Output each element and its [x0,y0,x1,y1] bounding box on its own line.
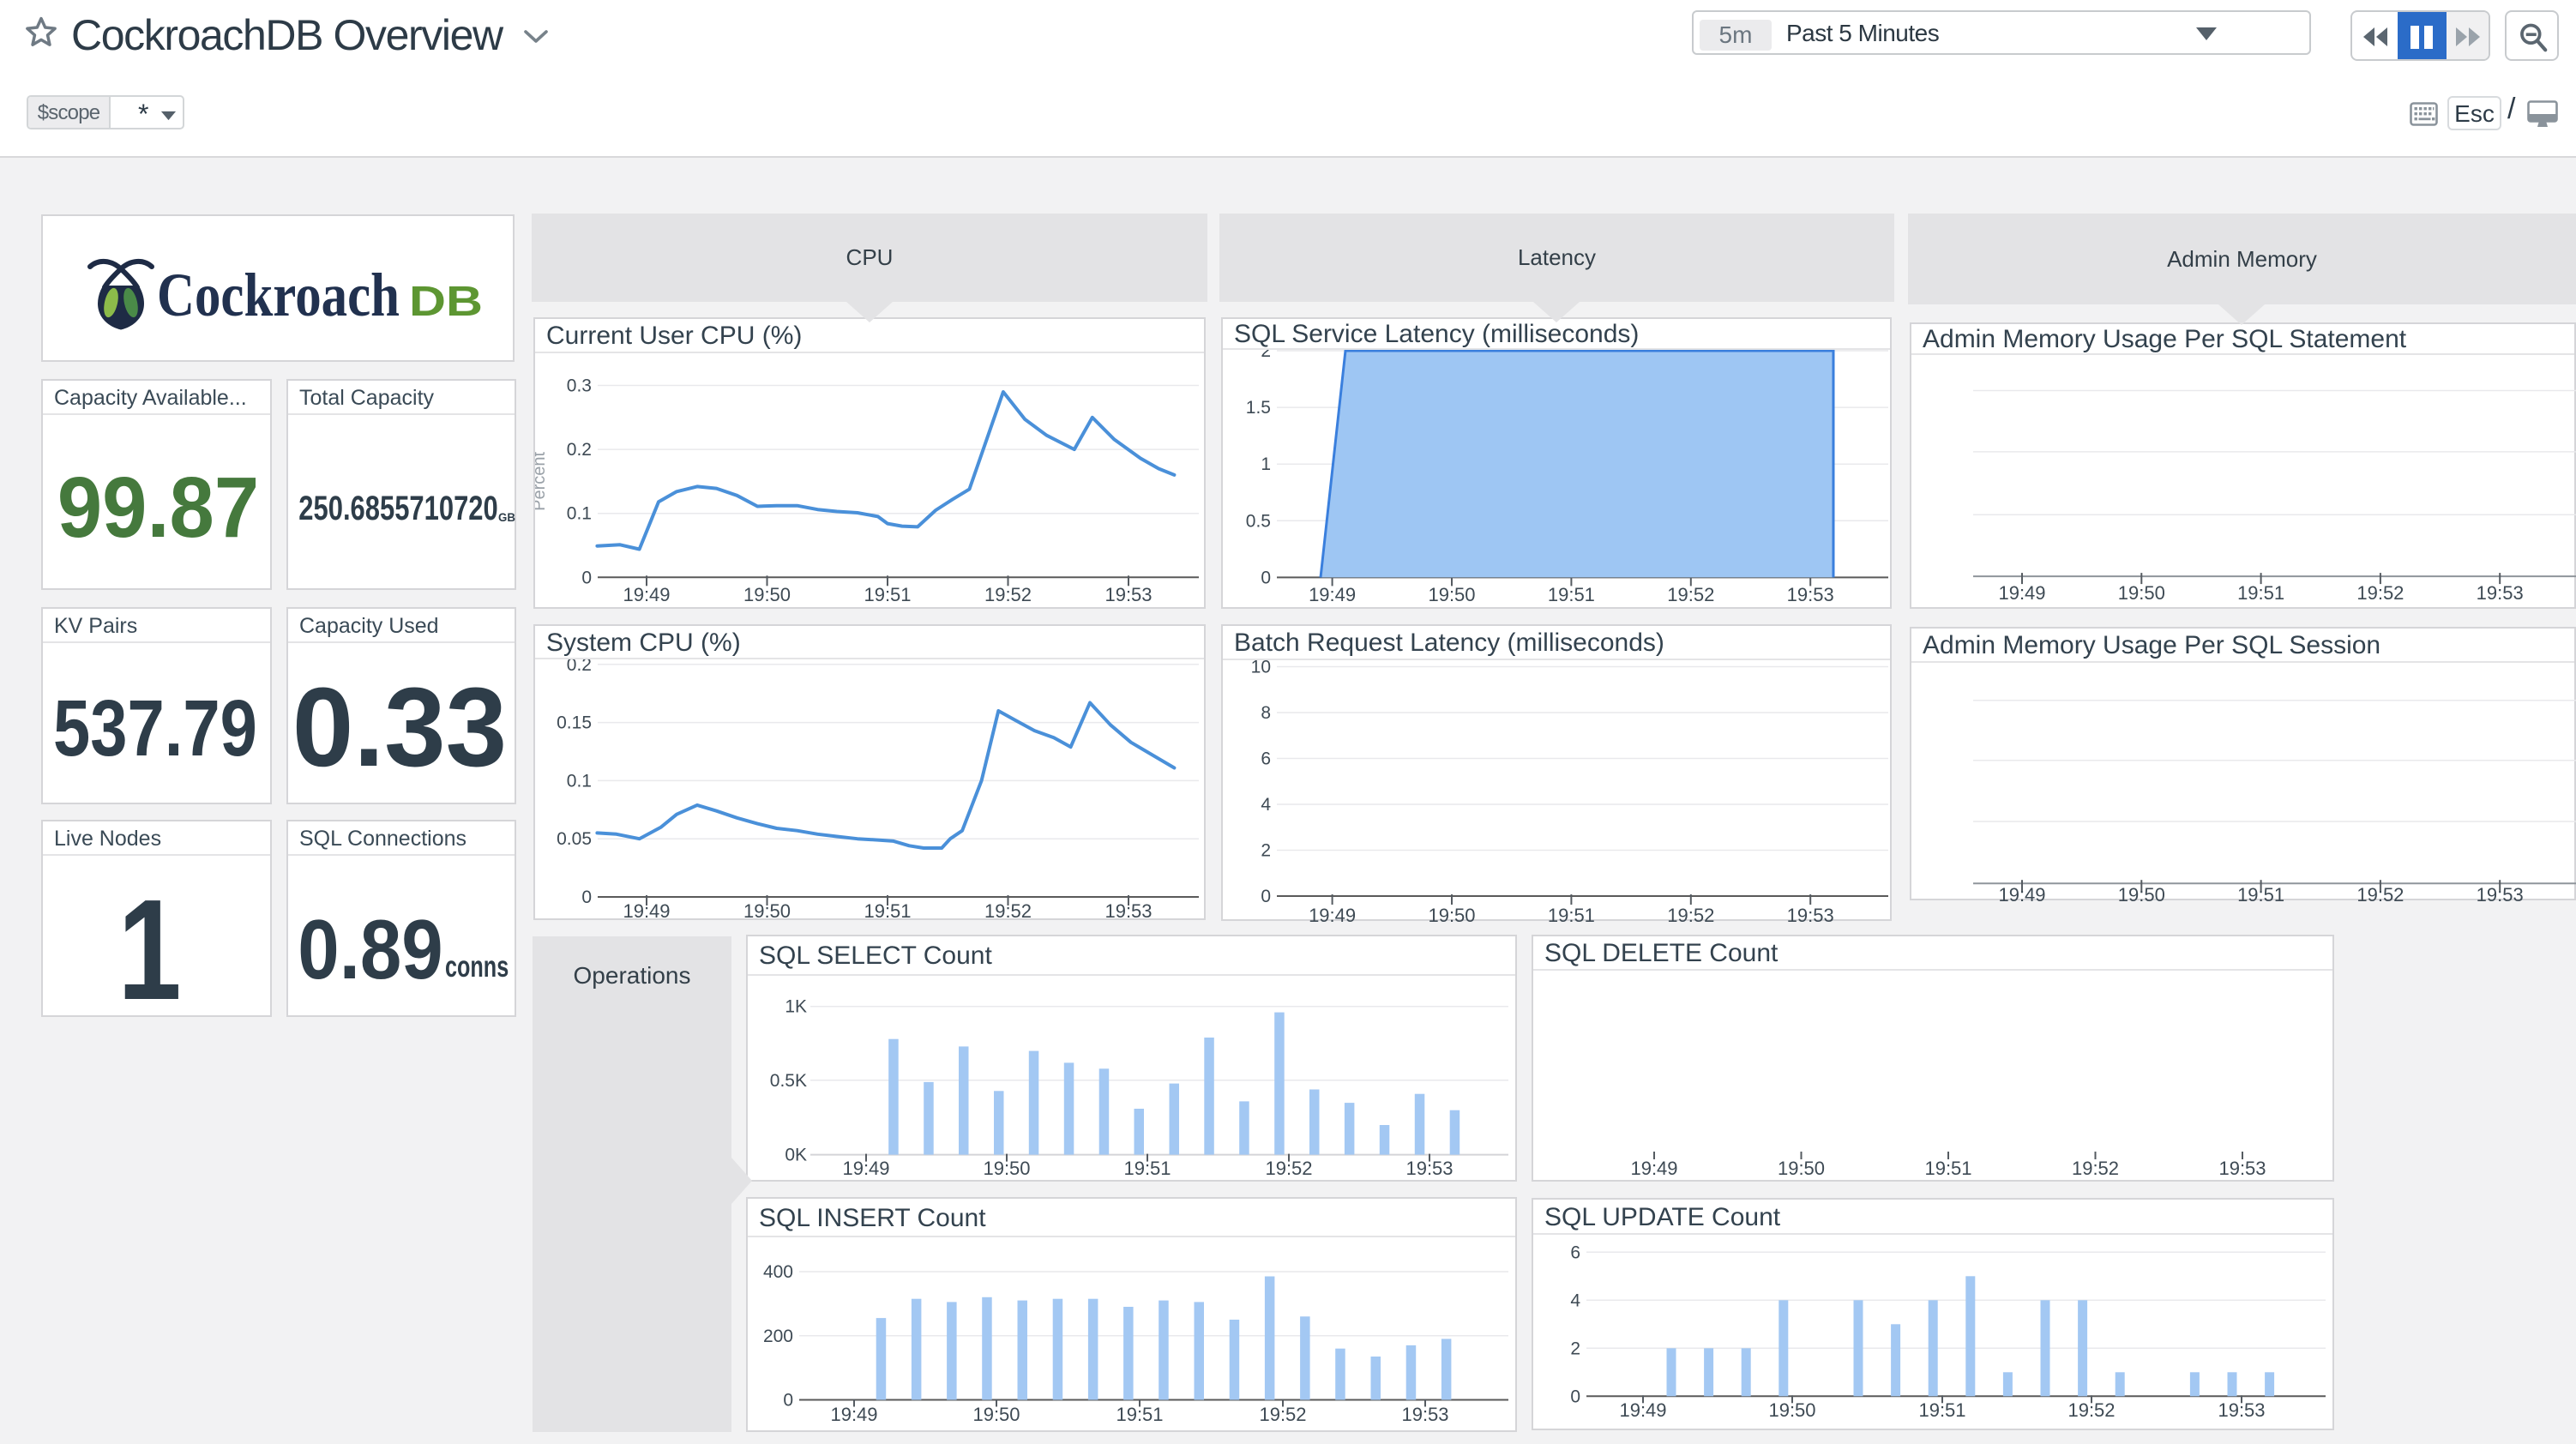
svg-text:1K: 1K [785,997,807,1017]
svg-text:19:53: 19:53 [2218,1158,2266,1179]
svg-text:19:49: 19:49 [1309,584,1356,605]
svg-text:19:51: 19:51 [2237,884,2284,902]
svg-text:19:49: 19:49 [1309,905,1356,923]
svg-text:19:52: 19:52 [2067,1399,2115,1421]
svg-text:19:53: 19:53 [2218,1399,2265,1421]
svg-text:0: 0 [1570,1387,1580,1406]
svg-text:6: 6 [1261,749,1271,769]
svg-text:19:52: 19:52 [1667,584,1714,605]
svg-text:400: 400 [763,1262,793,1282]
svg-text:DB: DB [409,279,483,325]
svg-text:19:51: 19:51 [1924,1158,1971,1179]
svg-text:8: 8 [1261,703,1271,723]
svg-text:0.5K: 0.5K [770,1071,807,1091]
svg-text:19:53: 19:53 [2477,582,2524,604]
svg-text:19:49: 19:49 [1998,884,2045,902]
svg-text:19:52: 19:52 [984,584,1032,605]
svg-text:0: 0 [581,887,592,907]
svg-text:0.05: 0.05 [557,829,592,849]
svg-text:19:50: 19:50 [2118,884,2165,902]
svg-text:19:50: 19:50 [1778,1158,1825,1179]
svg-text:19:50: 19:50 [1428,584,1475,605]
svg-text:19:50: 19:50 [2118,582,2165,604]
svg-text:0.1: 0.1 [567,771,592,791]
svg-text:0: 0 [581,568,592,587]
svg-text:4: 4 [1570,1291,1580,1310]
svg-text:19:49: 19:49 [842,1158,889,1179]
svg-text:19:51: 19:51 [864,900,911,922]
svg-text:19:53: 19:53 [1787,905,1834,923]
svg-text:0.15: 0.15 [557,713,592,733]
svg-text:200: 200 [763,1327,793,1346]
svg-text:0K: 0K [785,1146,807,1165]
svg-text:6: 6 [1570,1242,1580,1262]
svg-text:19:50: 19:50 [743,584,791,605]
svg-text:2: 2 [1570,1339,1580,1358]
svg-text:Cockroach: Cockroach [157,261,400,329]
svg-text:19:52: 19:52 [984,900,1032,922]
svg-text:19:49: 19:49 [623,900,670,922]
svg-text:Percent: Percent [535,451,549,510]
svg-text:19:50: 19:50 [983,1158,1030,1179]
svg-text:19:52: 19:52 [2072,1158,2119,1179]
svg-text:4: 4 [1261,795,1271,815]
svg-text:19:50: 19:50 [743,900,791,922]
svg-text:19:51: 19:51 [2237,582,2284,604]
svg-text:0: 0 [783,1391,793,1411]
svg-text:19:52: 19:52 [1667,905,1714,923]
svg-text:19:50: 19:50 [1768,1399,1815,1421]
svg-text:19:51: 19:51 [864,584,911,605]
svg-text:2: 2 [1261,841,1271,861]
svg-text:19:49: 19:49 [1630,1158,1677,1179]
svg-text:19:53: 19:53 [1787,584,1834,605]
svg-text:19:52: 19:52 [2356,582,2404,604]
svg-text:19:49: 19:49 [1619,1399,1666,1421]
svg-text:19:53: 19:53 [2477,884,2524,902]
svg-text:0: 0 [1261,568,1271,587]
svg-text:1.5: 1.5 [1246,398,1271,418]
svg-text:19:52: 19:52 [1265,1158,1312,1179]
svg-text:19:49: 19:49 [1998,582,2045,604]
svg-text:0.1: 0.1 [567,504,592,524]
svg-text:19:52: 19:52 [2356,884,2404,902]
svg-text:19:51: 19:51 [1548,905,1595,923]
svg-text:19:49: 19:49 [830,1404,877,1425]
svg-text:19:53: 19:53 [1401,1404,1448,1425]
svg-text:19:51: 19:51 [1548,584,1595,605]
svg-text:1: 1 [1261,454,1271,474]
svg-text:19:53: 19:53 [1104,900,1152,922]
svg-text:19:52: 19:52 [1259,1404,1306,1425]
svg-text:0.5: 0.5 [1246,511,1271,531]
svg-text:19:51: 19:51 [1918,1399,1965,1421]
svg-text:19:50: 19:50 [972,1404,1020,1425]
svg-text:0: 0 [1261,887,1271,906]
svg-text:0.2: 0.2 [567,440,592,460]
svg-text:19:51: 19:51 [1116,1404,1163,1425]
svg-text:19:51: 19:51 [1123,1158,1171,1179]
svg-text:19:53: 19:53 [1104,584,1152,605]
svg-text:0.3: 0.3 [567,376,592,396]
svg-text:19:53: 19:53 [1405,1158,1453,1179]
svg-text:19:49: 19:49 [623,584,670,605]
svg-text:19:50: 19:50 [1428,905,1475,923]
